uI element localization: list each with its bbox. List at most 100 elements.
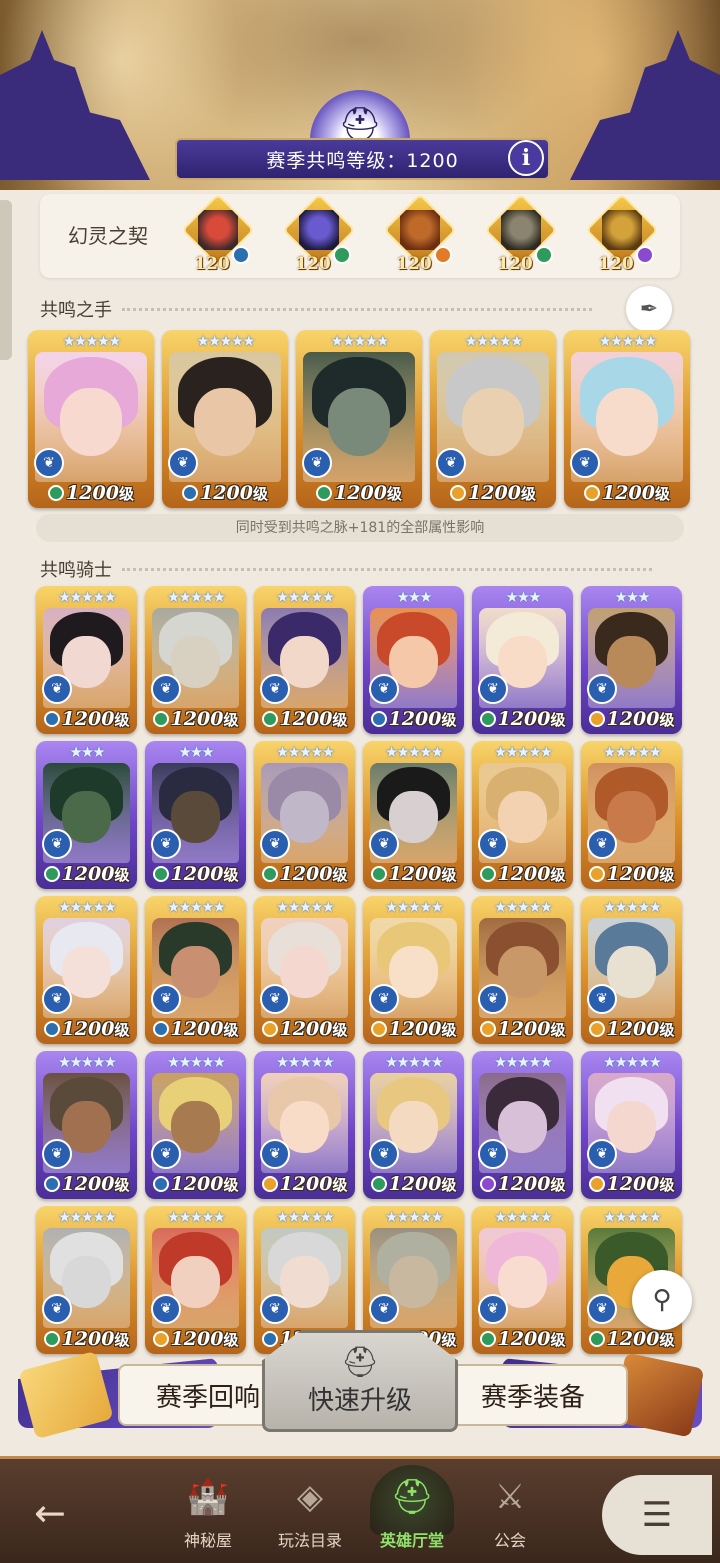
star-rating-icon: ★★★★★	[275, 588, 335, 606]
hero-card[interactable]: ★★★★★❦1200级	[36, 896, 137, 1044]
hero-level-suffix: 级	[114, 1176, 130, 1194]
hero-card[interactable]: ★★★ ❦ 1200级	[363, 586, 464, 734]
hero-card[interactable]: ★★★★★❦1200级	[254, 741, 355, 889]
hero-card[interactable]: ★★★ ❦ 1200级	[581, 586, 682, 734]
quill-edit-icon[interactable]: ✒	[626, 286, 672, 332]
hero-card[interactable]: ★★★★★❦1200级	[145, 896, 246, 1044]
hero-level: 1200级	[62, 708, 130, 730]
hero-card[interactable]: ★★★★★❦1200级	[145, 586, 246, 734]
element-icon	[43, 866, 60, 882]
hero-level: 1200级	[66, 482, 134, 504]
class-emblem-icon: ❦	[260, 829, 290, 859]
hero-card[interactable]: ★★★★★❦1200级	[36, 586, 137, 734]
hero-card[interactable]: ★★★★★❦1200级	[28, 330, 154, 508]
quick-upgrade-button[interactable]: ⛑ 快速升级	[262, 1330, 458, 1432]
element-icon	[370, 711, 387, 727]
element-icon	[48, 485, 65, 501]
hero-card[interactable]: ★★★★★❦1200级	[162, 330, 288, 508]
star-rating-icon: ★★★★★	[602, 1208, 662, 1226]
star-rating-icon: ★★★★★	[166, 1053, 226, 1071]
nav-gameplay-catalog[interactable]: ◈ 玩法目录	[260, 1465, 360, 1561]
hero-level-suffix: 级	[332, 1176, 348, 1194]
nav-guild[interactable]: ⚔ 公会	[460, 1465, 560, 1561]
hero-level-value: 1200	[606, 1018, 660, 1040]
hero-level: 1200级	[498, 1018, 566, 1040]
hero-card[interactable]: ★★★★★❦1200级	[36, 1051, 137, 1199]
hero-card[interactable]: ★★★★★❦1200级	[472, 1051, 573, 1199]
hero-level: 1200级	[389, 1173, 457, 1195]
hero-card[interactable]: ★★★★★❦1200级	[145, 1051, 246, 1199]
star-rating-icon: ★★★★★	[166, 898, 226, 916]
back-arrow-icon[interactable]: ←	[34, 1491, 66, 1535]
star-rating-icon: ★★★★★	[493, 898, 553, 916]
level-row: 1200级	[40, 861, 133, 887]
hero-level-suffix: 级	[386, 485, 402, 503]
knights-section-label: 共鸣骑士	[40, 560, 112, 581]
hero-card[interactable]: ★★★★★❦1200级	[254, 896, 355, 1044]
top-banner: ⛑ 赛季共鸣等级：1200 i	[0, 0, 720, 190]
guild-icon: ⚔	[494, 1477, 526, 1517]
hero-face	[193, 388, 257, 456]
hero-card[interactable]: ★★★★★❦1200级	[564, 330, 690, 508]
season-equipment-button[interactable]: 赛季装备	[438, 1364, 628, 1426]
hero-level: 1200级	[498, 863, 566, 885]
class-emblem-icon: ❦	[570, 448, 600, 478]
element-icon	[261, 1176, 278, 1192]
hero-card[interactable]: ★★★★★❦1200级	[296, 330, 422, 508]
nav-hero-hall[interactable]: ⛑ 英雄厅堂	[362, 1465, 462, 1561]
element-icon	[584, 485, 601, 501]
hero-level: 1200级	[280, 1018, 348, 1040]
hero-level-suffix: 级	[659, 1021, 675, 1039]
phantom-contract-item[interactable]: 120	[180, 193, 256, 274]
hero-card[interactable]: ★★★★★❦1200级	[472, 741, 573, 889]
info-button[interactable]: i	[508, 140, 544, 176]
hero-card[interactable]: ★★★★★❦1200级	[581, 1051, 682, 1199]
hero-level-suffix: 级	[550, 711, 566, 729]
hero-card[interactable]: ★★★★★❦1200级	[430, 330, 556, 508]
phantom-contract-item[interactable]: 120	[281, 193, 357, 274]
hero-level-value: 1200	[279, 1173, 333, 1195]
star-rating-icon: ★★★★★	[384, 898, 444, 916]
level-row: 1200级	[367, 861, 460, 887]
hero-level: 1200级	[280, 1173, 348, 1195]
level-row: 1200级	[258, 1016, 351, 1042]
class-emblem-icon: ❦	[478, 829, 508, 859]
hero-card[interactable]: ★★★★★❦1200级	[363, 1051, 464, 1199]
hero-level-value: 1200	[279, 1018, 333, 1040]
hero-card[interactable]: ★★★ ❦ 1200级	[472, 586, 573, 734]
level-row: 1200级	[585, 1016, 678, 1042]
hero-card[interactable]: ★★★ ❦ 1200级	[145, 741, 246, 889]
season-echo-label: 赛季回响	[155, 1382, 260, 1413]
hero-card[interactable]: ★★★★★❦1200级	[472, 896, 573, 1044]
hero-card[interactable]: ★★★★★❦1200级	[581, 741, 682, 889]
hero-card[interactable]: ★★★★★❦1200级	[363, 741, 464, 889]
hero-card[interactable]: ★★★ ❦ 1200级	[36, 741, 137, 889]
hero-card[interactable]: ★★★★★❦1200级	[254, 1051, 355, 1199]
hero-level-value: 1200	[602, 482, 655, 504]
star-rating-icon: ★★★	[396, 588, 432, 606]
hero-level: 1200级	[280, 863, 348, 885]
side-drawer-handle[interactable]	[0, 200, 12, 360]
element-icon	[450, 485, 467, 501]
hero-level: 1200级	[280, 708, 348, 730]
menu-icon[interactable]: ☰	[602, 1475, 712, 1555]
nav-mystery-house[interactable]: 🏰 神秘屋	[158, 1465, 258, 1561]
knights-section-header: 共鸣骑士	[40, 556, 652, 582]
quick-upgrade-label: 快速升级	[307, 1386, 412, 1416]
phantom-contract-item[interactable]: 120	[584, 193, 660, 274]
hero-card[interactable]: ★★★★★❦1200级	[254, 586, 355, 734]
phantom-contract-item[interactable]: 120	[483, 193, 559, 274]
hero-card[interactable]: ★★★★★❦1200级	[581, 896, 682, 1044]
hero-level: 1200级	[602, 482, 670, 504]
star-rating-icon: ★★★★★	[57, 1208, 117, 1226]
class-emblem-icon: ❦	[168, 448, 198, 478]
class-emblem-icon: ❦	[42, 1139, 72, 1169]
resonance-knight-grid: ★★★★★ ❦ 1200级 ★★★★★ ❦ 1200级 ★★★★★ ❦ 1200级 ★★★ ❦ 120…	[36, 586, 684, 1354]
hero-level: 1200级	[389, 863, 457, 885]
class-emblem-icon: ❦	[260, 984, 290, 1014]
hero-card[interactable]: ★★★★★❦1200级	[363, 896, 464, 1044]
phantom-contract-item[interactable]: 120	[382, 193, 458, 274]
hero-level: 1200级	[62, 1173, 130, 1195]
element-icon	[43, 1176, 60, 1192]
season-level-label: 赛季共鸣等级：1200	[266, 149, 459, 172]
